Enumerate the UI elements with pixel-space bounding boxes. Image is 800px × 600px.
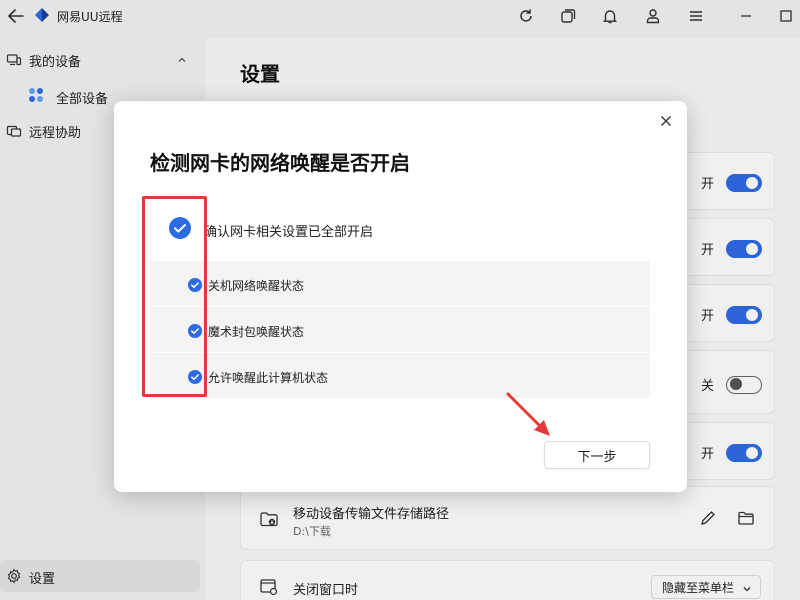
red-highlight-box [142,196,207,397]
checklist-sub-label: 允许唤醒此计算机状态 [208,371,329,385]
next-step-button[interactable]: 下一步 [544,441,650,469]
checklist-sub-label: 关机网络唤醒状态 [208,279,305,293]
checklist-main-label: 确认网卡相关设置已全部开启 [204,225,374,240]
checklist: 确认网卡相关设置已全部开启 关机网络唤醒状态 魔术封包唤醒状态 允许唤醒此计算机… [150,196,650,401]
checklist-main-item[interactable]: 确认网卡相关设置已全部开启 [150,196,650,260]
checklist-sub-item: 关机网络唤醒状态 [150,260,650,306]
checklist-sub-item: 魔术封包唤醒状态 [150,306,650,352]
close-icon[interactable] [658,113,674,129]
red-arrow-icon [500,388,560,440]
checklist-sub-label: 魔术封包唤醒状态 [208,325,305,339]
dialog-title: 检测网卡的网络唤醒是否开启 [150,151,410,175]
checklist-sub-item: 允许唤醒此计算机状态 [150,352,650,398]
